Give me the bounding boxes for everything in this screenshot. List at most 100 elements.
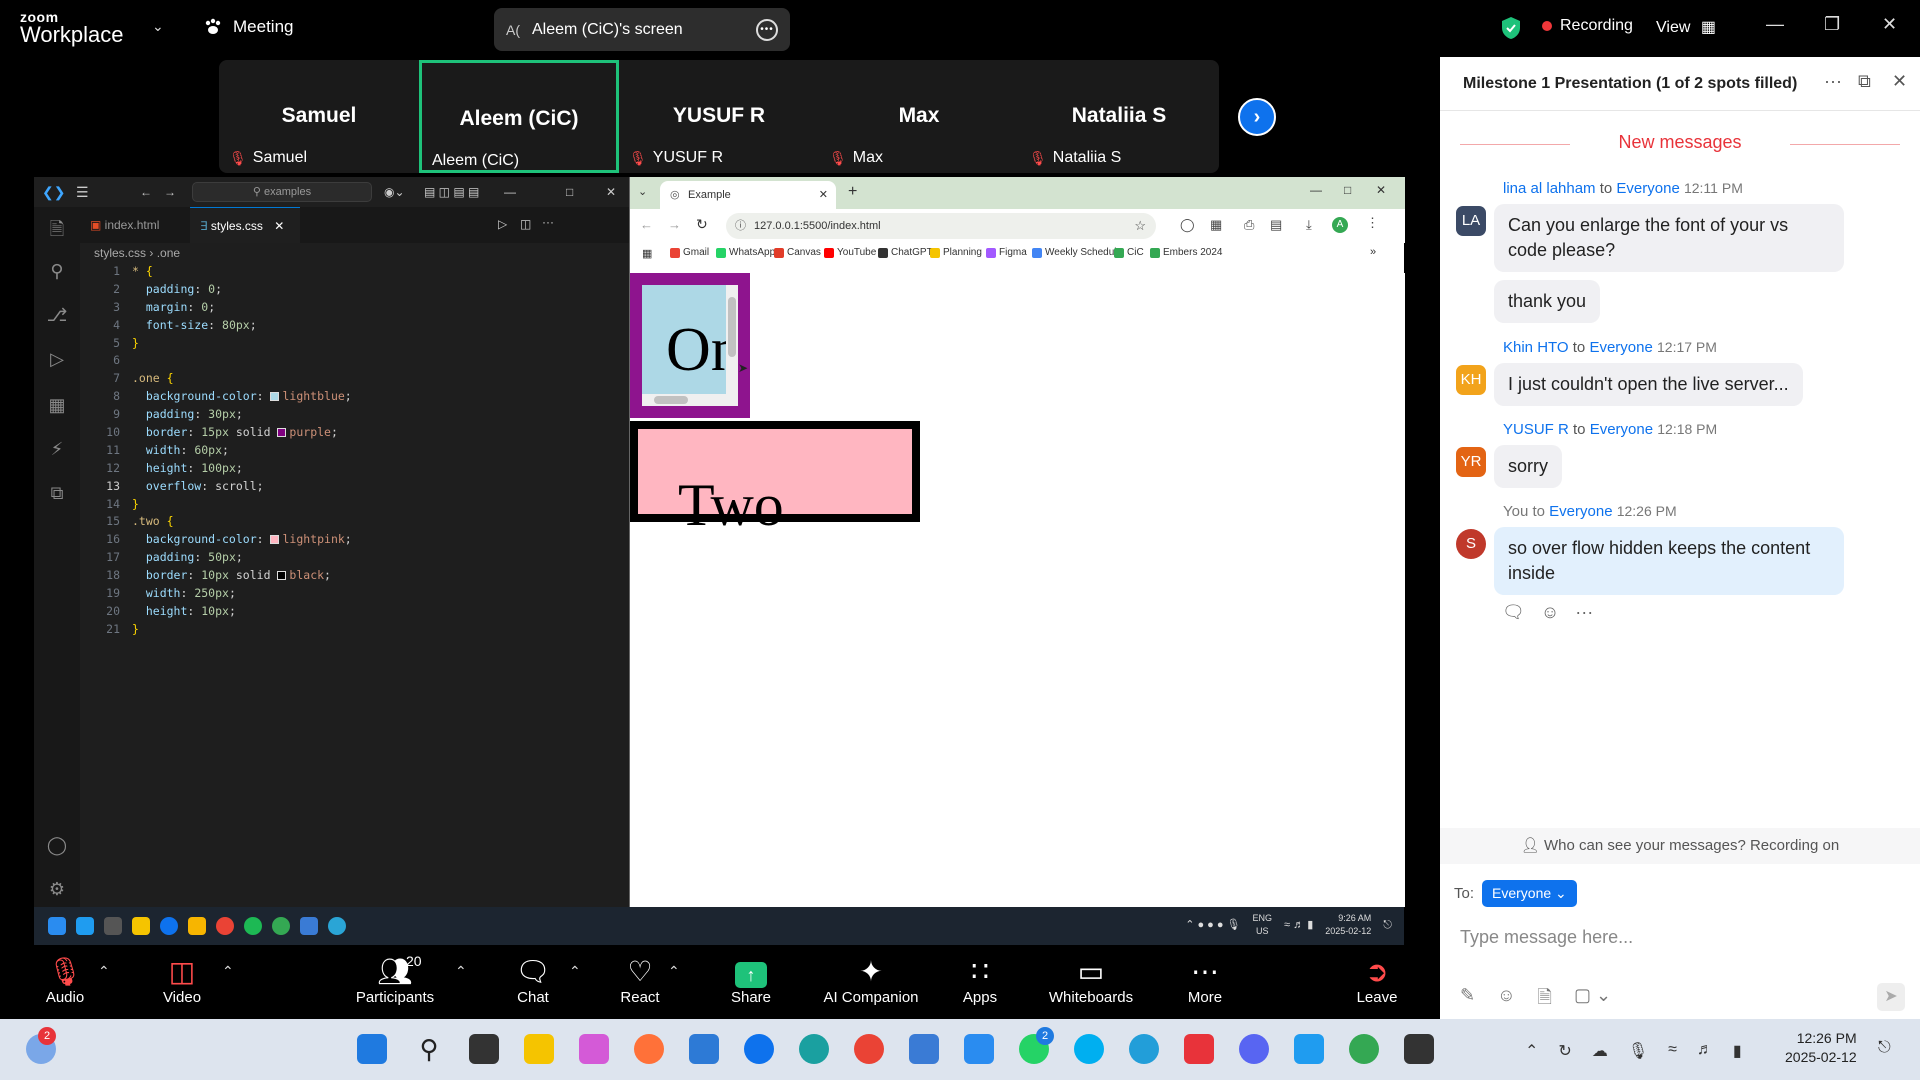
task-view-icon[interactable]: [469, 1034, 499, 1064]
remote-explorer-icon[interactable]: ⧉: [46, 483, 68, 505]
code-line[interactable]: 16 background-color: lightpink;: [80, 531, 629, 549]
breadcrumb-symbol[interactable]: .one: [157, 246, 180, 260]
minimize-icon[interactable]: —: [1766, 14, 1784, 35]
search-icon[interactable]: ⚲: [414, 1034, 444, 1064]
participant-tile[interactable]: Nataliia S 🎙︎ Nataliia S: [1019, 60, 1219, 173]
firefox-icon[interactable]: [634, 1034, 664, 1064]
zoom-brand[interactable]: zoom Workplace: [20, 10, 124, 46]
microphone-icon[interactable]: 🎙︎: [1628, 1041, 1648, 1061]
tab-index-html[interactable]: ▣ index.html: [80, 207, 190, 243]
bookmark-item[interactable]: YouTube: [824, 247, 876, 258]
code-line[interactable]: 4 font-size: 80px;: [80, 317, 629, 335]
file-icon[interactable]: 🗎︎: [1537, 985, 1551, 1015]
code-line[interactable]: 2 padding: 0;: [80, 281, 629, 299]
extension-icon[interactable]: ◯: [1180, 217, 1195, 233]
chevron-up-icon[interactable]: ⌃: [569, 963, 581, 980]
run-debug-icon[interactable]: ▷: [46, 349, 68, 371]
back-arrow-icon[interactable]: ←: [640, 217, 653, 232]
message-bubble[interactable]: thank you: [1494, 280, 1601, 323]
terminal-icon[interactable]: [1404, 1034, 1434, 1064]
horizontal-scrollbar[interactable]: [642, 394, 738, 406]
windows-start-icon[interactable]: [48, 917, 66, 935]
color-swatch[interactable]: [277, 428, 287, 438]
volume-icon[interactable]: ♬: [1697, 1041, 1713, 1061]
chrome-profile-icon[interactable]: [1349, 1034, 1379, 1064]
file-explorer-icon[interactable]: [132, 917, 150, 935]
spotify-icon[interactable]: [244, 917, 262, 935]
more-options-icon[interactable]: •••: [756, 18, 778, 41]
breadcrumb-file[interactable]: styles.css: [94, 246, 146, 260]
code-line[interactable]: 13 overflow: scroll;: [80, 478, 629, 496]
color-swatch[interactable]: [277, 571, 287, 581]
chevron-up-icon[interactable]: ⌃: [222, 963, 234, 980]
system-clock[interactable]: 12:26 PM 2025-02-12: [1785, 1029, 1857, 1067]
anydesk-icon[interactable]: [1184, 1034, 1214, 1064]
code-line[interactable]: 21}: [80, 621, 629, 639]
zoom-icon[interactable]: [160, 917, 178, 935]
code-line[interactable]: 10 border: 15px solid purple;: [80, 424, 629, 442]
minimize-icon[interactable]: —: [504, 185, 516, 199]
sender-name[interactable]: YUSUF R: [1503, 421, 1569, 438]
terminal-icon[interactable]: [104, 917, 122, 935]
screenshot-icon[interactable]: ▢ ⌄: [1574, 985, 1611, 1015]
bookmark-item[interactable]: ChatGPT: [878, 247, 933, 258]
notification-bell-icon[interactable]: ⎋: [1878, 1039, 1891, 1057]
bookmark-star-icon[interactable]: ☆: [1134, 213, 1146, 239]
sender-name[interactable]: Khin HTO: [1503, 339, 1569, 356]
code-line[interactable]: 8 background-color: lightblue;: [80, 388, 629, 406]
minimize-icon[interactable]: —: [1310, 183, 1322, 197]
participant-tile[interactable]: Max 🎙︎ Max: [819, 60, 1019, 173]
keyboard-icon[interactable]: [964, 1034, 994, 1064]
message-bubble[interactable]: I just couldn't open the live server...: [1494, 363, 1803, 406]
reply-icon[interactable]: 🗨︎: [1502, 602, 1525, 623]
bookmark-item[interactable]: Planning: [930, 247, 982, 258]
format-icon[interactable]: ✎: [1460, 985, 1475, 1015]
share-button[interactable]: ↑ Share: [696, 955, 806, 1006]
language-indicator[interactable]: ENG US: [1253, 912, 1273, 938]
next-page-arrow-icon[interactable]: ›: [1238, 98, 1276, 136]
whiteboards-button[interactable]: ▭ Whiteboards: [1036, 955, 1146, 1006]
store-icon[interactable]: [689, 1034, 719, 1064]
more-button[interactable]: ⋯ More: [1150, 955, 1260, 1006]
extensions-puzzle-icon[interactable]: ▦: [1210, 217, 1222, 233]
tray-icons[interactable]: ⌃ ● ● ● 🎙︎: [1185, 919, 1240, 932]
command-search-input[interactable]: ⚲ examples: [192, 182, 372, 202]
sticky-notes-icon[interactable]: [188, 917, 206, 935]
close-tab-icon[interactable]: ✕: [819, 181, 828, 209]
browser-menu-icon[interactable]: ⋮: [1366, 215, 1379, 231]
code-line[interactable]: 3 margin: 0;: [80, 299, 629, 317]
code-line[interactable]: 1 * {: [80, 263, 629, 281]
layout-icon[interactable]: ▤ ◫ ▤ ▤: [424, 185, 479, 199]
video-button[interactable]: ◫ Video: [127, 955, 237, 1006]
chevron-down-icon[interactable]: ⌄: [152, 18, 164, 35]
apps-grid-icon[interactable]: ▦: [642, 247, 652, 260]
settings-gear-icon[interactable]: ⚙︎: [46, 879, 68, 901]
bookmark-item[interactable]: WhatsApp: [716, 247, 775, 258]
participants-button[interactable]: 👥︎ 20 Participants: [340, 953, 450, 1006]
copilot-icon[interactable]: [579, 1034, 609, 1064]
recipient[interactable]: Everyone: [1549, 503, 1612, 520]
participant-tile[interactable]: Samuel 🎙︎ Samuel: [219, 60, 419, 173]
maximize-icon[interactable]: □: [566, 185, 573, 199]
vscode-icon[interactable]: [76, 917, 94, 935]
code-line[interactable]: 5}: [80, 335, 629, 353]
sync-icon[interactable]: ↻: [1558, 1041, 1571, 1061]
bookmark-item[interactable]: Weekly Schedule: [1032, 247, 1122, 258]
shared-clock[interactable]: 9:26 AM 2025-02-12: [1325, 912, 1371, 938]
browser-tab[interactable]: ◎ Example ✕: [660, 181, 836, 209]
close-icon[interactable]: ✕: [606, 185, 616, 199]
close-icon[interactable]: ✕: [1892, 71, 1907, 92]
message-bubble[interactable]: so over flow hidden keeps the content in…: [1494, 527, 1844, 595]
windows-start-icon[interactable]: [357, 1034, 387, 1064]
close-icon[interactable]: ✕: [1376, 183, 1386, 197]
code-line[interactable]: 6: [80, 352, 629, 370]
chrome-profile-icon[interactable]: [272, 917, 290, 935]
edge-icon[interactable]: [799, 1034, 829, 1064]
maximize-icon[interactable]: □: [1344, 183, 1351, 197]
scroll-thumb[interactable]: [728, 297, 736, 357]
screen-share-indicator[interactable]: A( Aleem (CiC)'s screen •••: [494, 8, 790, 51]
leave-button[interactable]: ➲ Leave: [1322, 955, 1432, 1006]
app-icon[interactable]: [328, 917, 346, 935]
box-one-content[interactable]: One: [642, 285, 738, 406]
chevron-up-icon[interactable]: ⌃: [98, 963, 110, 980]
